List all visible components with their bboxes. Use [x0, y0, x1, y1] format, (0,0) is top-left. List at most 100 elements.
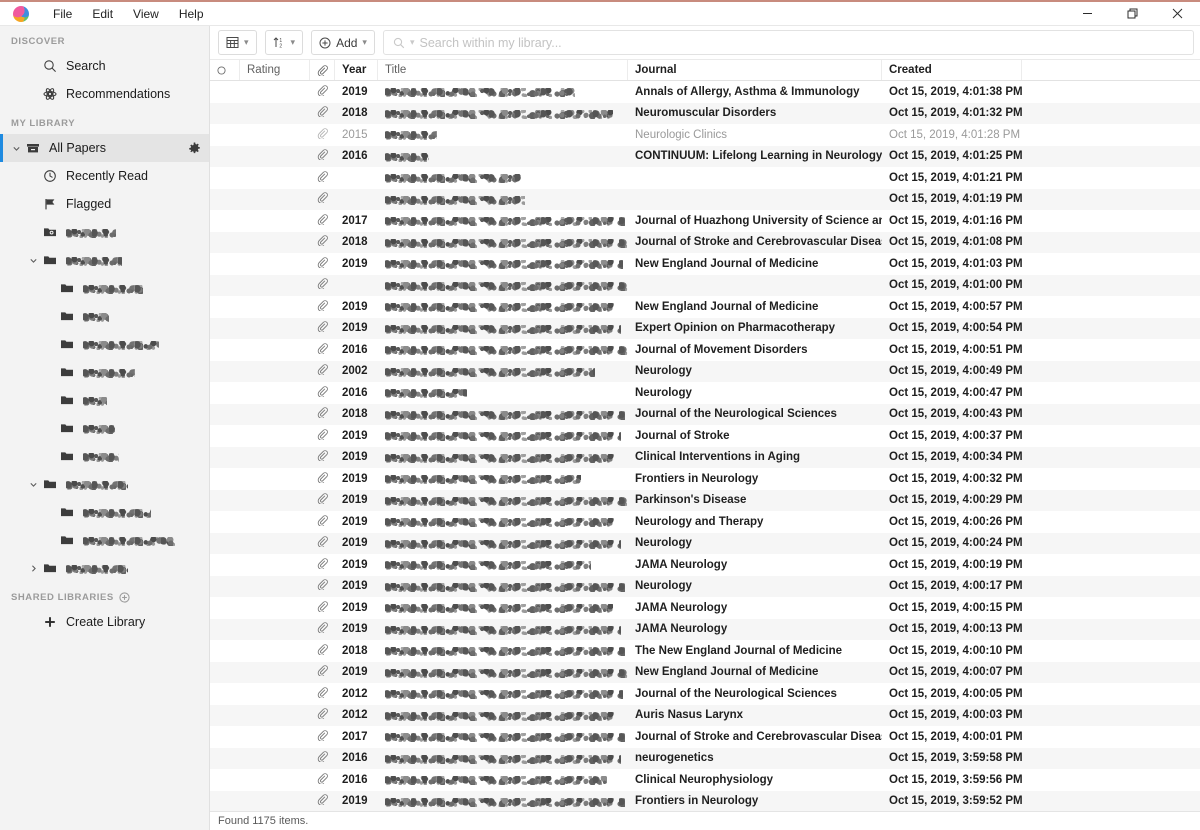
sidebar-item-folder[interactable]: [0, 554, 209, 582]
row-attachment-cell[interactable]: [310, 533, 335, 555]
row-attachment-cell[interactable]: [310, 318, 335, 340]
row-rating-cell[interactable]: [240, 146, 310, 168]
table-row[interactable]: 2019 Parkinson's Disease Oct 15, 2019, 4…: [210, 489, 1200, 512]
row-select-cell[interactable]: [210, 619, 240, 641]
row-rating-cell[interactable]: [240, 748, 310, 770]
row-rating-cell[interactable]: [240, 769, 310, 791]
row-attachment-cell[interactable]: [310, 619, 335, 641]
sidebar-item-folder[interactable]: [0, 274, 209, 302]
row-select-cell[interactable]: [210, 124, 240, 146]
chevron-down-icon[interactable]: [8, 144, 24, 153]
row-select-cell[interactable]: [210, 318, 240, 340]
table-row[interactable]: 2019 Clinical Interventions in Aging Oct…: [210, 446, 1200, 468]
table-row[interactable]: 2016 Journal of Movement Disorders Oct 1…: [210, 339, 1200, 361]
table-row[interactable]: 2019 Journal of Stroke Oct 15, 2019, 4:0…: [210, 425, 1200, 447]
row-rating-cell[interactable]: [240, 662, 310, 684]
table-row[interactable]: 2019 Neurology and Therapy Oct 15, 2019,…: [210, 511, 1200, 533]
row-select-cell[interactable]: [210, 511, 240, 533]
row-rating-cell[interactable]: [240, 81, 310, 103]
row-attachment-cell[interactable]: [310, 404, 335, 426]
menu-item-file[interactable]: File: [43, 7, 82, 21]
row-attachment-cell[interactable]: [310, 597, 335, 619]
row-select-cell[interactable]: [210, 382, 240, 404]
row-rating-cell[interactable]: [240, 318, 310, 340]
column-header-spacer[interactable]: [1022, 60, 1200, 80]
sidebar-item-folder[interactable]: [0, 442, 209, 470]
minimize-button[interactable]: [1065, 2, 1110, 25]
plus-circle-icon[interactable]: [119, 592, 130, 603]
restore-button[interactable]: [1110, 2, 1155, 25]
sidebar-item-folder[interactable]: [0, 526, 209, 554]
row-rating-cell[interactable]: [240, 490, 310, 512]
gear-icon[interactable]: [188, 142, 201, 155]
row-attachment-cell[interactable]: [310, 640, 335, 662]
row-attachment-cell[interactable]: [310, 124, 335, 146]
row-select-cell[interactable]: [210, 597, 240, 619]
row-rating-cell[interactable]: [240, 619, 310, 641]
row-attachment-cell[interactable]: [310, 232, 335, 254]
sidebar-item-search[interactable]: Search: [0, 52, 209, 80]
row-rating-cell[interactable]: [240, 275, 310, 297]
row-rating-cell[interactable]: [240, 576, 310, 598]
table-row[interactable]: Oct 15, 2019, 4:01:19 PM: [210, 188, 1200, 211]
row-select-cell[interactable]: [210, 468, 240, 490]
row-select-cell[interactable]: [210, 404, 240, 426]
row-rating-cell[interactable]: [240, 705, 310, 727]
row-select-cell[interactable]: [210, 146, 240, 168]
row-attachment-cell[interactable]: [310, 705, 335, 727]
column-header-year[interactable]: Year: [335, 60, 378, 80]
row-select-cell[interactable]: [210, 533, 240, 555]
sidebar-item-all-papers[interactable]: All Papers: [0, 134, 209, 162]
row-select-cell[interactable]: [210, 705, 240, 727]
sidebar-item-folder[interactable]: [0, 358, 209, 386]
row-attachment-cell[interactable]: [310, 296, 335, 318]
column-header-select[interactable]: [210, 60, 240, 80]
table-row[interactable]: 2012 Journal of the Neurological Science…: [210, 683, 1200, 705]
row-attachment-cell[interactable]: [310, 382, 335, 404]
row-select-cell[interactable]: [210, 748, 240, 770]
row-select-cell[interactable]: [210, 189, 240, 211]
row-rating-cell[interactable]: [240, 554, 310, 576]
row-rating-cell[interactable]: [240, 382, 310, 404]
row-rating-cell[interactable]: [240, 253, 310, 275]
row-rating-cell[interactable]: [240, 296, 310, 318]
table-row[interactable]: 2019 JAMA Neurology Oct 15, 2019, 4:00:1…: [210, 554, 1200, 576]
row-select-cell[interactable]: [210, 576, 240, 598]
menu-item-edit[interactable]: Edit: [82, 7, 123, 21]
sidebar-item-create-library[interactable]: Create Library: [0, 608, 209, 636]
table-row[interactable]: 2019 Neurology Oct 15, 2019, 4:00:17 PM: [210, 575, 1200, 598]
sidebar-item-folder[interactable]: [0, 386, 209, 414]
table-row[interactable]: 2016 neurogenetics Oct 15, 2019, 3:59:58…: [210, 747, 1200, 770]
column-header-created[interactable]: Created: [882, 60, 1022, 80]
row-select-cell[interactable]: [210, 253, 240, 275]
row-select-cell[interactable]: [210, 554, 240, 576]
menu-item-help[interactable]: Help: [169, 7, 214, 21]
row-attachment-cell[interactable]: [310, 81, 335, 103]
row-rating-cell[interactable]: [240, 511, 310, 533]
row-select-cell[interactable]: [210, 662, 240, 684]
table-row[interactable]: Oct 15, 2019, 4:01:00 PM: [210, 274, 1200, 297]
table-row[interactable]: Oct 15, 2019, 4:01:21 PM: [210, 167, 1200, 189]
table-row[interactable]: 2019 Frontiers in Neurology Oct 15, 2019…: [210, 468, 1200, 490]
table-row[interactable]: 2019 New England Journal of Medicine Oct…: [210, 253, 1200, 275]
row-rating-cell[interactable]: [240, 103, 310, 125]
table-row[interactable]: 2018 Journal of the Neurological Science…: [210, 403, 1200, 426]
row-select-cell[interactable]: [210, 210, 240, 232]
row-rating-cell[interactable]: [240, 597, 310, 619]
sidebar-item-folder[interactable]: [0, 246, 209, 274]
row-rating-cell[interactable]: [240, 232, 310, 254]
chevron-down-icon[interactable]: ▾: [410, 38, 415, 47]
table-row[interactable]: 2019 New England Journal of Medicine Oct…: [210, 661, 1200, 684]
table-row[interactable]: 2018 Neuromuscular Disorders Oct 15, 201…: [210, 102, 1200, 125]
row-attachment-cell[interactable]: [310, 468, 335, 490]
sidebar-item-folder[interactable]: [0, 330, 209, 358]
table-row[interactable]: 2019 Frontiers in Neurology Oct 15, 2019…: [210, 790, 1200, 811]
table-row[interactable]: 2018 Journal of Stroke and Cerebrovascul…: [210, 231, 1200, 254]
search-input[interactable]: [419, 35, 1184, 50]
table-row[interactable]: 2017 Journal of Huazhong University of S…: [210, 210, 1200, 232]
column-header-rating[interactable]: Rating: [240, 60, 310, 80]
row-rating-cell[interactable]: [240, 640, 310, 662]
sidebar-item-folder[interactable]: [0, 498, 209, 526]
row-attachment-cell[interactable]: [310, 576, 335, 598]
row-attachment-cell[interactable]: [310, 167, 335, 189]
